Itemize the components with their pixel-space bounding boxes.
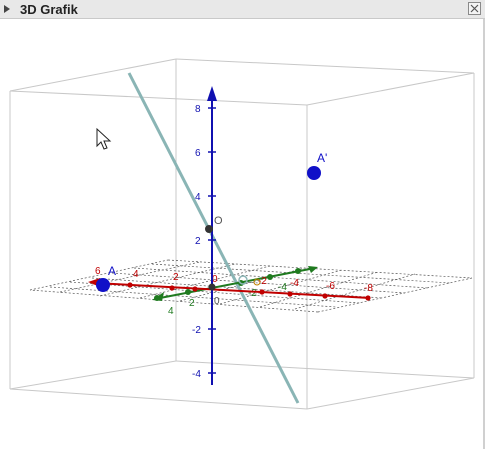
view-title-bar: 3D Grafik: [0, 0, 485, 19]
z-tick-4: 4: [195, 192, 201, 203]
origin-point[interactable]: [208, 283, 216, 291]
z-tick-minus-2: -2: [192, 325, 201, 336]
point-o-label: O: [214, 215, 223, 227]
point-a-label: A: [108, 264, 116, 278]
x-tick-6: 6: [95, 266, 101, 277]
x-tick-minus-6: -6: [326, 281, 335, 292]
x-tick-2: 2: [173, 272, 179, 283]
x-tick-minus-8: -8: [364, 283, 373, 294]
z-tick-8: 8: [195, 104, 201, 115]
y-tick-minus-2: -2: [248, 288, 257, 299]
x-tick-minus-2: -2: [258, 276, 267, 287]
mouse-cursor-icon: [96, 127, 112, 150]
bounding-box: [9, 58, 475, 410]
z-axis: [207, 86, 217, 385]
z-tick-minus-4: -4: [192, 369, 201, 380]
x-tick-4: 4: [133, 269, 139, 280]
y-tick-4: 4: [168, 306, 174, 317]
point-a-prime-label: A': [317, 151, 327, 165]
z-axis-tick-labels: 8 6 4 2 -2 -4: [192, 104, 201, 380]
point-a[interactable]: [96, 278, 110, 292]
close-x-icon[interactable]: [468, 2, 481, 15]
y-tick-minus-4: -4: [278, 282, 287, 293]
x-tick-minus-4: -4: [290, 278, 299, 289]
line-a-a-prime[interactable]: [127, 72, 300, 404]
view-title: 3D Grafik: [20, 2, 78, 17]
z-tick-6: 6: [195, 148, 201, 159]
collapse-triangle-icon[interactable]: [4, 5, 10, 13]
y-tick-2: 2: [189, 298, 195, 309]
z-tick-2: 2: [195, 236, 201, 247]
origin-label: 0: [214, 296, 220, 307]
point-o[interactable]: [205, 225, 213, 233]
point-a-prime[interactable]: [307, 166, 321, 180]
graphics-3d-canvas[interactable]: 4 2 -2 -4 6 4 2 0 -2 -4 -6 -8 8 6 4 2 -2…: [0, 19, 485, 449]
